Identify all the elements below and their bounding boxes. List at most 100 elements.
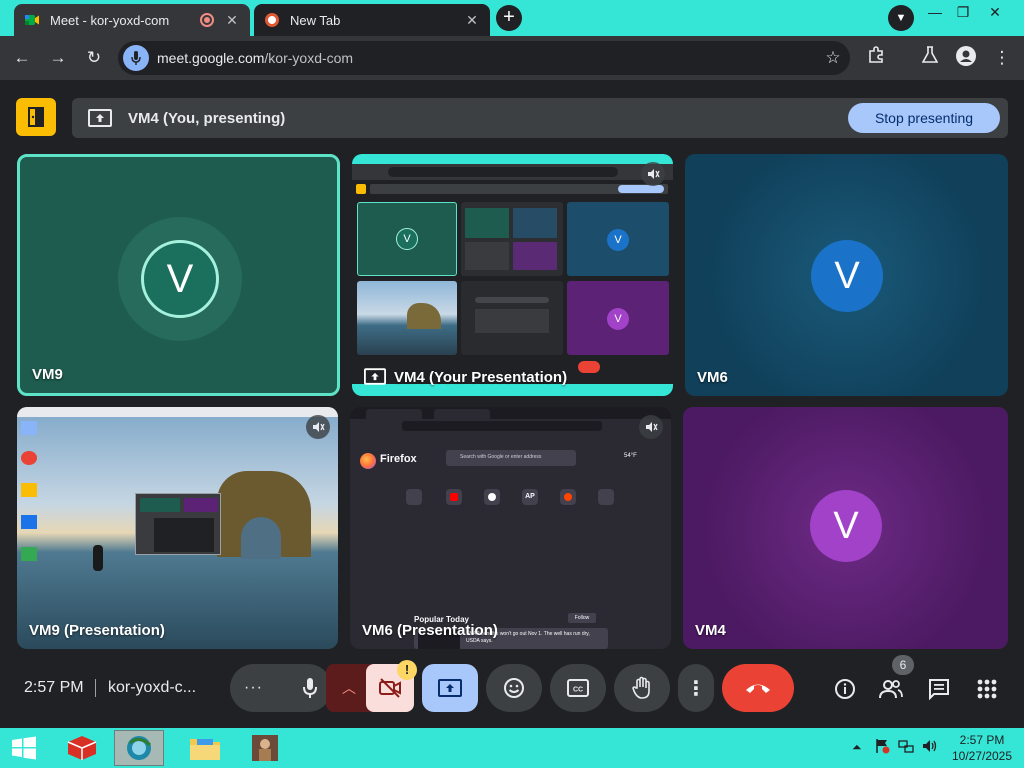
- nested-tab-strip: [352, 154, 673, 164]
- participant-tile-vm4-presentation[interactable]: V V V VM4 (Your Presentation): [352, 154, 673, 396]
- more-vert-icon: ⋮: [686, 677, 706, 700]
- duckduckgo-favicon-icon: [265, 13, 279, 27]
- participant-name: VM4 (Your Presentation): [394, 369, 568, 386]
- bookmark-star-icon[interactable]: ☆: [816, 48, 850, 68]
- tab-search-chevron-icon[interactable]: ▼: [888, 5, 914, 31]
- new-tab-plus-icon[interactable]: +: [496, 5, 522, 31]
- back-arrow-icon[interactable]: ←: [10, 46, 34, 70]
- tray-volume-icon[interactable]: [922, 738, 938, 757]
- recording-indicator-icon: [200, 13, 214, 27]
- meet-favicon-icon: [25, 15, 39, 25]
- participant-name: VM4: [695, 622, 726, 639]
- microphone-site-icon[interactable]: [123, 45, 149, 71]
- participants-count-badge: 6: [892, 655, 914, 675]
- os-taskbar: ⏶ 2:57 PM 10/27/2025: [0, 728, 1024, 768]
- tab-strip: Meet - kor-yoxd-com ✕ New Tab ✕ + ▼ — ❐ …: [0, 0, 1024, 36]
- meeting-room-icon[interactable]: [16, 98, 56, 136]
- close-tab-icon[interactable]: ✕: [224, 12, 240, 29]
- user-app-icon[interactable]: [244, 730, 286, 766]
- warning-badge-icon: !: [397, 660, 417, 680]
- tab-title: Meet - kor-yoxd-com: [50, 12, 170, 28]
- people-icon[interactable]: [878, 676, 904, 702]
- tray-network-icon[interactable]: [898, 738, 914, 757]
- browser-app-icon[interactable]: [114, 730, 164, 766]
- meeting-time: 2:57 PM: [24, 679, 84, 696]
- tray-flag-icon[interactable]: [874, 738, 890, 757]
- emoji-smiley-icon: [504, 678, 524, 698]
- present-now-button[interactable]: [422, 664, 478, 712]
- nested-window: [135, 493, 221, 555]
- address-bar[interactable]: meet.google.com/kor-yoxd-com ☆: [118, 41, 850, 75]
- browser-toolbar: ← → ↻ meet.google.com/kor-yoxd-com ☆ ⋮: [0, 36, 1024, 80]
- weather-temp: 54°F: [624, 453, 637, 459]
- url-path: /kor-yoxd-com: [264, 50, 354, 66]
- muted-mic-icon: [641, 162, 665, 186]
- meeting-code: kor-yoxd-c...: [108, 679, 197, 696]
- captions-button[interactable]: CC: [550, 664, 606, 712]
- raise-hand-button[interactable]: [614, 664, 670, 712]
- close-tab-icon[interactable]: ✕: [464, 12, 480, 29]
- present-screen-icon: [364, 368, 386, 385]
- muted-mic-icon: [306, 415, 330, 439]
- raise-hand-icon: [632, 676, 650, 699]
- participant-name: VM9: [32, 366, 63, 383]
- avatar-vm6: V: [811, 240, 883, 312]
- presenting-banner: VM4 (You, presenting) Stop presenting: [72, 98, 1008, 138]
- browser-menu-kebab-icon[interactable]: ⋮: [990, 46, 1014, 70]
- tab-title: New Tab: [290, 12, 341, 28]
- leave-call-button[interactable]: [722, 664, 794, 712]
- url-host: meet.google.com: [157, 50, 265, 66]
- participant-tile-vm6[interactable]: V VM6: [685, 154, 1008, 396]
- nested-toolbar: [352, 164, 673, 180]
- participant-tile-vm6-presentation[interactable]: Firefox Search with Google or enter addr…: [350, 407, 671, 649]
- profile-avatar-icon[interactable]: [954, 46, 978, 70]
- camera-off-icon: [379, 678, 401, 698]
- labs-flask-icon[interactable]: [918, 46, 942, 70]
- tray-show-hidden-icon[interactable]: ⏶: [852, 740, 862, 755]
- camera-options-chevron-up-icon[interactable]: ︿: [342, 678, 356, 698]
- more-options-button[interactable]: ⋮: [678, 664, 714, 712]
- windows-start-icon[interactable]: [0, 730, 48, 766]
- taskbar-date: 10/27/2025: [951, 749, 1013, 763]
- avatar-vm4: V: [810, 490, 882, 562]
- reactions-button[interactable]: [486, 664, 542, 712]
- url-text: meet.google.com/kor-yoxd-com: [157, 50, 816, 66]
- meeting-details-info-icon[interactable]: [832, 676, 858, 702]
- presenting-label: VM4 (You, presenting): [128, 109, 286, 127]
- closed-captions-icon: CC: [567, 679, 589, 697]
- stop-presenting-button[interactable]: Stop presenting: [848, 103, 1000, 133]
- file-explorer-icon[interactable]: [180, 730, 230, 766]
- taskbar-time: 2:57 PM: [959, 733, 1005, 747]
- avatar-vm9: V: [141, 240, 219, 318]
- firefox-logo-icon: [360, 453, 376, 469]
- restore-icon[interactable]: ❐: [946, 0, 980, 26]
- extensions-puzzle-icon[interactable]: [864, 46, 888, 70]
- participant-tile-vm4[interactable]: V VM4: [683, 407, 1008, 649]
- participant-tile-vm9[interactable]: V VM9: [17, 154, 340, 396]
- meet-page: VM4 (You, presenting) Stop presenting V …: [0, 80, 1024, 728]
- present-screen-icon: [88, 109, 112, 127]
- chat-icon[interactable]: [926, 676, 952, 702]
- present-screen-icon: [438, 679, 462, 697]
- participant-name: VM6 (Presentation): [362, 622, 498, 639]
- app-box-icon[interactable]: [57, 730, 107, 766]
- microphone-icon[interactable]: [302, 677, 318, 699]
- end-call-icon: [746, 684, 770, 693]
- firefox-brand: Firefox: [380, 453, 417, 465]
- divider: [95, 679, 96, 697]
- reload-icon[interactable]: ↻: [82, 46, 106, 70]
- svg-text:CC: CC: [573, 687, 583, 694]
- tab-meet[interactable]: Meet - kor-yoxd-com ✕: [14, 4, 250, 36]
- muted-mic-icon: [639, 415, 663, 439]
- close-window-icon[interactable]: ✕: [978, 0, 1012, 26]
- firefox-search-box: Search with Google or enter address: [446, 450, 576, 466]
- runner-silhouette: [93, 545, 103, 571]
- tab-new-tab[interactable]: New Tab ✕: [254, 4, 490, 36]
- activities-grid-icon[interactable]: [974, 676, 1000, 702]
- forward-arrow-icon[interactable]: →: [46, 46, 70, 70]
- participant-name: VM9 (Presentation): [29, 622, 165, 639]
- taskbar-clock[interactable]: 2:57 PM 10/27/2025: [944, 732, 1020, 764]
- participant-tile-vm9-presentation[interactable]: VM9 (Presentation): [17, 407, 338, 649]
- participant-name: VM6: [697, 369, 728, 386]
- mic-options-more-icon[interactable]: ···: [244, 679, 263, 697]
